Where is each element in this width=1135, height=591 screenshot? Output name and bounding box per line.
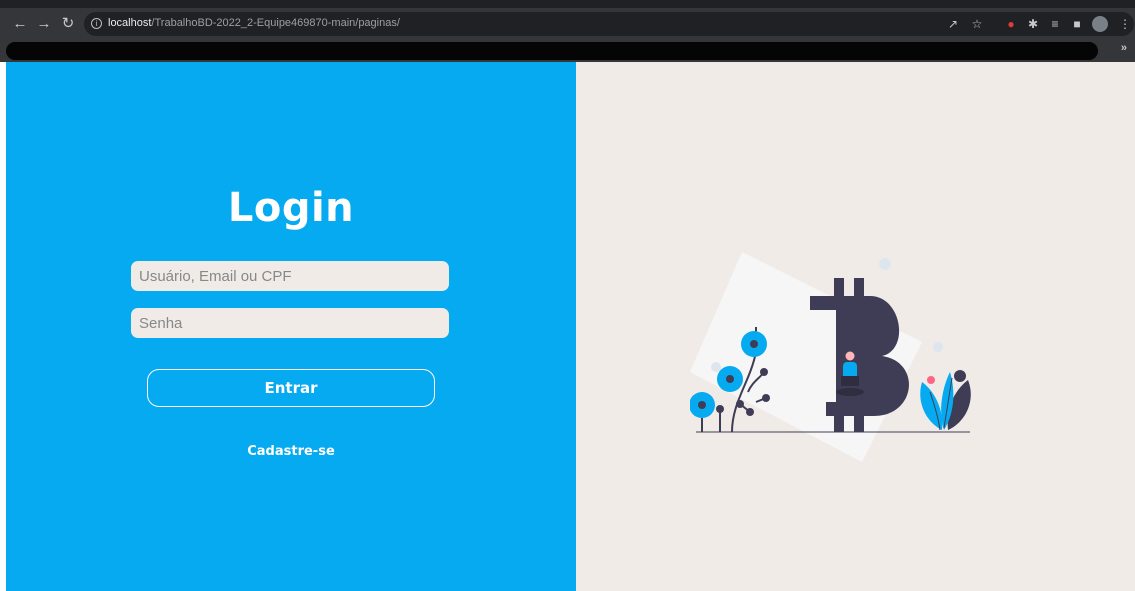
more-bookmarks-button[interactable]: » <box>1121 42 1127 54</box>
reload-icon[interactable]: ↻ <box>58 8 78 40</box>
small-coin-icon <box>879 258 891 270</box>
bookmarks-bar: » <box>0 40 1135 62</box>
background-card-shape <box>690 252 922 462</box>
register-link[interactable]: Cadastre-se <box>6 444 576 459</box>
small-coin-icon <box>933 342 943 352</box>
menu-icon[interactable]: ⋮ <box>1118 16 1132 32</box>
share-icon[interactable]: ↗ <box>946 16 960 32</box>
tab-strip <box>0 0 1135 8</box>
url-text[interactable]: localhost/TrabalhoBD-2022_2-Equipe469870… <box>108 17 400 29</box>
login-title: Login <box>227 185 355 231</box>
url-path: /TrabalhoBD-2022_2-Equipe469870-main/pag… <box>151 17 400 29</box>
arrow-left-icon[interactable]: ← <box>10 8 30 40</box>
url-host: localhost <box>108 17 152 29</box>
bitcoin-illustration <box>690 252 971 462</box>
browser-toolbar: ← → ↻ i localhost/TrabalhoBD-2022_2-Equi… <box>0 8 1135 40</box>
reading-list-icon[interactable]: ≡ <box>1048 16 1062 32</box>
username-input[interactable] <box>131 261 449 291</box>
browser-chrome: ← → ↻ i localhost/TrabalhoBD-2022_2-Equi… <box>0 0 1135 62</box>
right-leaf-plant-icon <box>920 370 971 431</box>
info-icon[interactable]: i <box>91 18 102 29</box>
extension-icon[interactable]: ● <box>1004 16 1018 32</box>
arrow-right-icon[interactable]: → <box>34 8 54 40</box>
login-submit-button[interactable]: Entrar <box>147 369 435 407</box>
page: Login Entrar Cadastre-se <box>6 62 1135 591</box>
illustration-panel <box>576 62 1135 591</box>
login-panel: Login Entrar Cadastre-se <box>6 62 576 591</box>
star-icon[interactable]: ☆ <box>970 16 984 32</box>
password-input[interactable] <box>131 308 449 338</box>
address-bar[interactable]: i localhost/TrabalhoBD-2022_2-Equipe4698… <box>84 12 1134 36</box>
puzzle-icon[interactable]: ✱ <box>1026 16 1040 32</box>
profile-avatar[interactable] <box>1092 16 1108 32</box>
side-panel-icon[interactable]: ■ <box>1070 16 1084 32</box>
redacted-bookmarks <box>6 42 1098 60</box>
small-coin-icon <box>711 362 721 372</box>
